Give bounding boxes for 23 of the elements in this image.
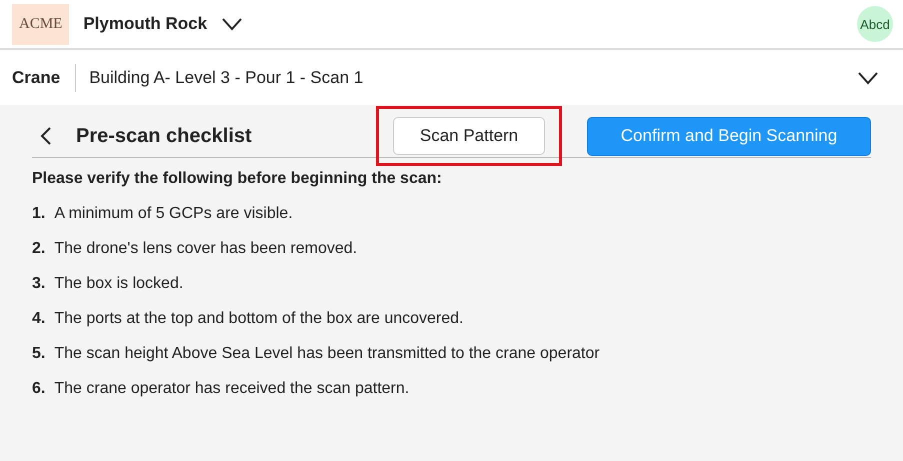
checklist-item: The drone's lens cover has been removed.	[54, 240, 358, 258]
checklist-item: The crane operator has received the scan pattern.	[54, 380, 410, 398]
item-number: 4.	[32, 310, 46, 328]
checklist-item: A minimum of 5 GCPs are visible.	[54, 205, 293, 223]
checklist-item: The ports at the top and bottom of the box are uncovered.	[54, 310, 464, 328]
checklist-item: The scan height Above Sea Level has been transmitted to the crane operator	[54, 345, 600, 363]
page-title: Pre-scan checklist	[76, 124, 253, 148]
device-label: Crane	[12, 68, 60, 88]
item-number: 1.	[32, 205, 46, 223]
scan-pattern-button[interactable]: Scan Pattern	[393, 117, 545, 155]
checklist-item: The box is locked.	[54, 275, 184, 293]
item-number: 3.	[32, 275, 46, 293]
chevron-down-icon[interactable]	[857, 70, 879, 84]
back-icon[interactable]	[40, 126, 52, 146]
scan-name: Building A- Level 3 - Pour 1 - Scan 1	[89, 68, 364, 88]
item-number: 5.	[32, 345, 46, 363]
item-number: 2.	[32, 240, 46, 258]
avatar[interactable]: Abcd	[857, 6, 893, 42]
logo: ACME	[12, 4, 70, 44]
chevron-down-icon[interactable]	[221, 17, 244, 31]
instructions: Please verify the following before beginning the scan:	[32, 170, 443, 188]
item-number: 6.	[32, 380, 46, 398]
project-name: Plymouth Rock	[83, 14, 208, 34]
